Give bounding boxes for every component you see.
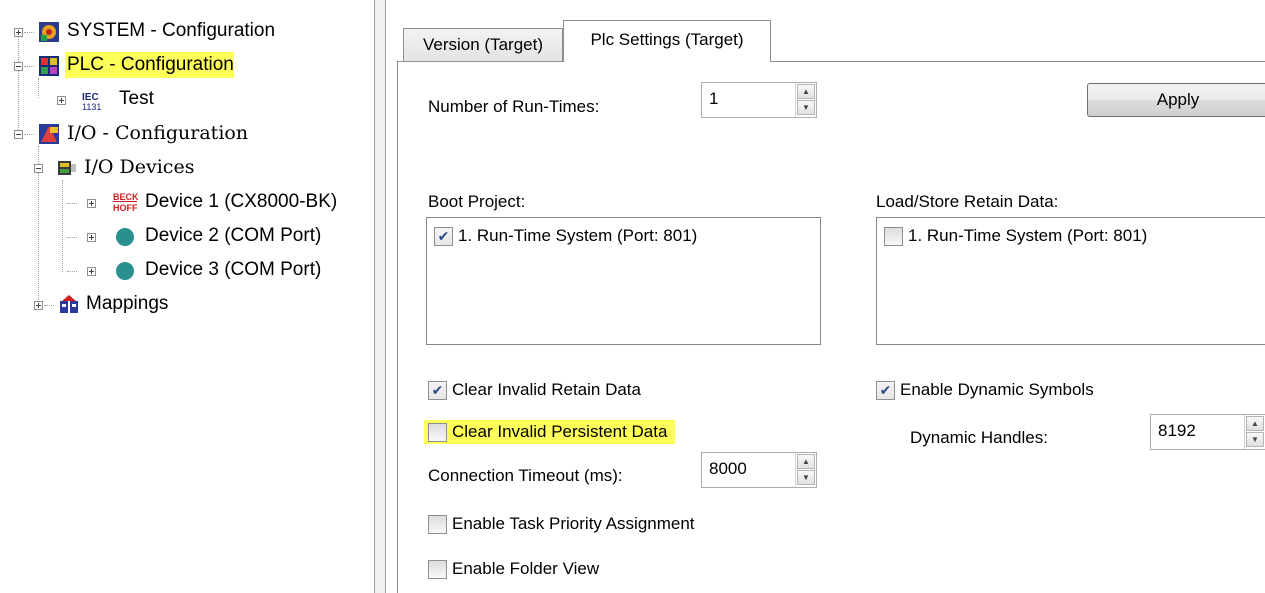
spin-down-icon[interactable]: ▼ xyxy=(797,100,815,115)
retain-data-list[interactable]: 1. Run-Time System (Port: 801) xyxy=(876,217,1265,345)
io-config-icon xyxy=(38,123,60,144)
tree-item-system[interactable]: SYSTEM - Configuration xyxy=(65,18,277,44)
retain-data-checkbox[interactable] xyxy=(884,226,903,246)
pane-splitter[interactable] xyxy=(375,0,386,593)
tree-connector xyxy=(24,32,34,33)
mappings-icon xyxy=(58,293,80,313)
retain-data-label: Load/Store Retain Data: xyxy=(876,192,1059,211)
collapse-io-devices-toggle[interactable] xyxy=(34,164,43,173)
clear-retain-checkbox[interactable]: ✔ xyxy=(428,380,447,400)
retain-data-item-label: 1. Run-Time System (Port: 801) xyxy=(908,226,1148,245)
tree-item-plc[interactable]: PLC - Configuration xyxy=(65,52,234,78)
com-port-icon xyxy=(114,226,136,246)
dynamic-handles-value: 8192 xyxy=(1158,421,1196,440)
tree-connector xyxy=(67,237,77,238)
retain-data-item[interactable]: 1. Run-Time System (Port: 801) xyxy=(884,226,1147,246)
tree-item-device3[interactable]: Device 3 (COM Port) xyxy=(143,257,323,283)
boot-project-list[interactable]: ✔ 1. Run-Time System (Port: 801) xyxy=(426,217,821,345)
connection-timeout-spinner[interactable]: ▲ ▼ xyxy=(795,453,816,487)
tree-connector xyxy=(67,271,77,272)
connection-timeout-label: Connection Timeout (ms): xyxy=(428,466,623,485)
task-priority-label: Enable Task Priority Assignment xyxy=(452,514,695,533)
boot-project-checkbox[interactable]: ✔ xyxy=(434,226,453,246)
spin-down-icon[interactable]: ▼ xyxy=(797,470,815,485)
plc-settings-panel: Number of Run-Times: 1 ▲ ▼ Apply Boot Pr… xyxy=(397,61,1265,593)
dynamic-symbols-checkbox[interactable]: ✔ xyxy=(876,380,895,400)
iec-1131-icon: IEC 1131 xyxy=(80,90,104,112)
run-times-stepper[interactable]: 1 ▲ ▼ xyxy=(701,82,817,118)
spin-up-icon[interactable]: ▲ xyxy=(797,454,815,469)
connection-timeout-value: 8000 xyxy=(709,459,747,478)
collapse-io-toggle[interactable] xyxy=(14,130,23,139)
clear-retain-label: Clear Invalid Retain Data xyxy=(452,380,641,399)
boot-project-item[interactable]: ✔ 1. Run-Time System (Port: 801) xyxy=(434,226,697,246)
spin-down-icon[interactable]: ▼ xyxy=(1246,432,1264,447)
expand-mappings-toggle[interactable] xyxy=(34,301,43,310)
tree-item-io-devices[interactable]: I/O Devices xyxy=(82,154,196,180)
dynamic-handles-stepper[interactable]: 8192 ▲ ▼ xyxy=(1150,414,1265,450)
folder-view-label: Enable Folder View xyxy=(452,559,600,578)
tab-plc-settings-target[interactable]: Plc Settings (Target) xyxy=(563,20,771,62)
beckhoff-icon: BECK HOFF xyxy=(112,191,139,213)
boot-project-label: Boot Project: xyxy=(428,192,526,211)
task-priority-option[interactable]: Enable Task Priority Assignment xyxy=(428,514,695,534)
system-config-icon xyxy=(38,21,60,42)
io-devices-icon xyxy=(56,157,78,177)
expand-device2-toggle[interactable] xyxy=(87,233,96,242)
run-times-spinner[interactable]: ▲ ▼ xyxy=(795,83,816,117)
collapse-plc-toggle[interactable] xyxy=(14,62,23,71)
tree-item-device1[interactable]: Device 1 (CX8000-BK) xyxy=(143,189,339,215)
folder-view-option[interactable]: Enable Folder View xyxy=(428,559,599,579)
tree-connector xyxy=(24,66,34,67)
tree-pane: SYSTEM - Configuration PLC - Configurati… xyxy=(0,0,375,593)
folder-view-checkbox[interactable] xyxy=(428,559,447,579)
clear-retain-option[interactable]: ✔ Clear Invalid Retain Data xyxy=(428,380,641,400)
expand-device1-toggle[interactable] xyxy=(87,199,96,208)
connection-timeout-stepper[interactable]: 8000 ▲ ▼ xyxy=(701,452,817,488)
tree-connector xyxy=(44,305,54,306)
clear-persistent-checkbox[interactable] xyxy=(428,422,447,442)
tree-item-device2[interactable]: Device 2 (COM Port) xyxy=(143,223,323,249)
tab-version-target[interactable]: Version (Target) xyxy=(403,28,563,62)
clear-persistent-option[interactable]: Clear Invalid Persistent Data xyxy=(424,420,676,444)
dynamic-symbols-option[interactable]: ✔ Enable Dynamic Symbols xyxy=(876,380,1094,400)
tree-connector xyxy=(62,180,63,272)
tree-connector xyxy=(38,78,39,98)
expand-system-toggle[interactable] xyxy=(14,28,23,37)
tab-strip: Version (Target) Plc Settings (Target) xyxy=(397,0,1265,62)
tree-item-io[interactable]: I/O - Configuration xyxy=(65,120,250,146)
tree-connector xyxy=(24,134,34,135)
boot-project-item-label: 1. Run-Time System (Port: 801) xyxy=(458,226,698,245)
expand-device3-toggle[interactable] xyxy=(87,267,96,276)
run-times-value: 1 xyxy=(709,89,719,108)
plc-config-icon xyxy=(38,55,60,76)
com-port-icon xyxy=(114,260,136,280)
expand-test-toggle[interactable] xyxy=(57,96,66,105)
tree-item-mappings[interactable]: Mappings xyxy=(84,291,170,317)
tree-connector xyxy=(67,203,77,204)
dynamic-handles-spinner[interactable]: ▲ ▼ xyxy=(1244,415,1265,449)
tree-item-test[interactable]: Test xyxy=(117,86,156,112)
spin-up-icon[interactable]: ▲ xyxy=(797,84,815,99)
run-times-label: Number of Run-Times: xyxy=(428,97,600,116)
task-priority-checkbox[interactable] xyxy=(428,514,447,534)
tree-connector xyxy=(18,36,19,136)
dynamic-handles-label: Dynamic Handles: xyxy=(910,428,1048,447)
svg-text:HOFF: HOFF xyxy=(113,203,138,213)
spin-up-icon[interactable]: ▲ xyxy=(1246,416,1264,431)
svg-text:1131: 1131 xyxy=(82,102,101,112)
dynamic-symbols-label: Enable Dynamic Symbols xyxy=(900,380,1094,399)
apply-button[interactable]: Apply xyxy=(1087,83,1265,117)
tree-item-plc-label: PLC - Configuration xyxy=(67,54,234,75)
svg-text:BECK: BECK xyxy=(113,192,138,202)
clear-persistent-label: Clear Invalid Persistent Data xyxy=(452,422,668,441)
